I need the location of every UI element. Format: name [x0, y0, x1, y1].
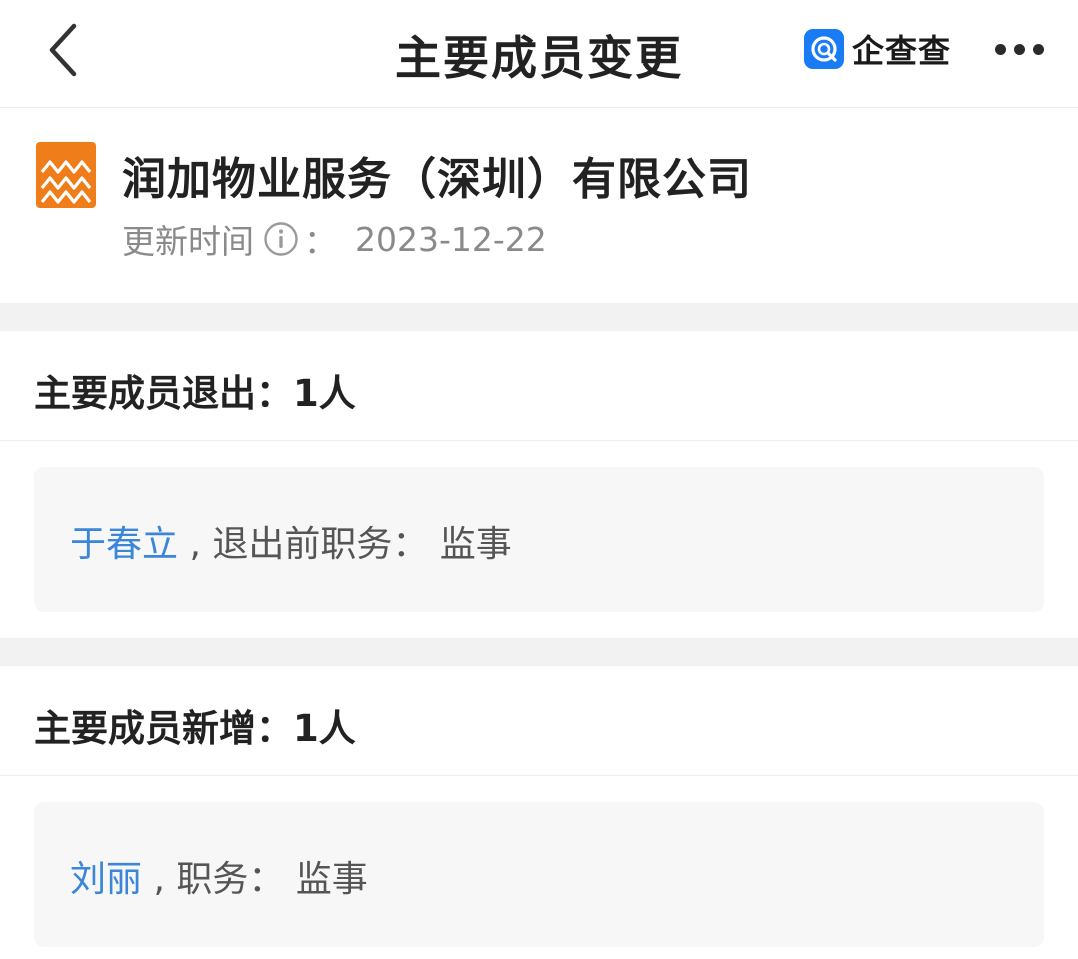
more-horizontal-icon: [1013, 43, 1025, 55]
company-name: 润加物业服务（深圳）有限公司: [122, 154, 752, 205]
section-divider: [0, 638, 1078, 666]
update-date: 2023-12-22: [355, 219, 547, 259]
more-horizontal-icon: [1032, 43, 1044, 55]
new-section-title: 主要成员新增：: [34, 707, 293, 750]
new-section-header: 主要成员新增：1人: [0, 666, 1078, 776]
nav-bar: 主要成员变更 企查查: [0, 0, 1078, 108]
qcc-logo-icon: [804, 29, 844, 69]
update-colon: ：: [304, 222, 337, 261]
new-section-body: 刘丽 , 职务： 监事: [0, 776, 1078, 959]
chevron-left-icon: [49, 23, 77, 77]
exit-section-count: 1人: [293, 372, 356, 415]
exit-member-separator: ,: [178, 524, 213, 565]
more-horizontal-icon: [994, 43, 1006, 55]
update-label: 更新时间: [122, 222, 254, 261]
company-header: 润加物业服务（深圳）有限公司 更新时间 ： 2023-12-22: [0, 109, 1078, 303]
back-button[interactable]: [28, 14, 100, 86]
info-icon[interactable]: [262, 220, 300, 258]
update-time-row: 更新时间 ： 2023-12-22: [122, 217, 547, 262]
exit-member-card: 于春立 , 退出前职务： 监事: [34, 467, 1044, 612]
new-section-count: 1人: [293, 707, 356, 750]
exit-member-role: 退出前职务： 监事: [212, 524, 512, 565]
section-divider: [0, 303, 1078, 331]
exit-member-name-link[interactable]: 于春立: [70, 524, 178, 565]
new-member-role: 职务： 监事: [176, 859, 368, 900]
brand-link[interactable]: 企查查: [804, 28, 951, 70]
exit-section-body: 于春立 , 退出前职务： 监事: [0, 441, 1078, 638]
brand-name: 企查查: [852, 32, 952, 70]
new-member-separator: ,: [142, 859, 177, 900]
company-logo: [36, 142, 96, 208]
exit-section-title: 主要成员退出：: [34, 372, 293, 415]
new-member-card: 刘丽 , 职务： 监事: [34, 802, 1044, 947]
more-button[interactable]: [984, 26, 1054, 72]
new-member-name-link[interactable]: 刘丽: [70, 859, 142, 900]
exit-section-header: 主要成员退出：1人: [0, 331, 1078, 441]
